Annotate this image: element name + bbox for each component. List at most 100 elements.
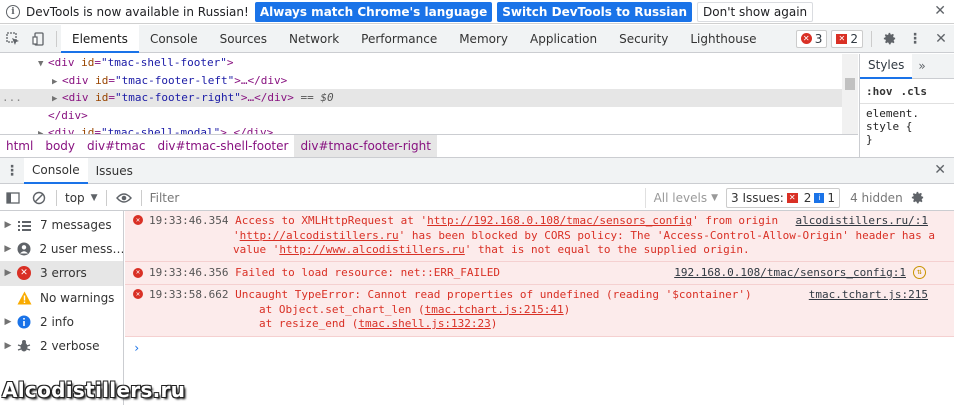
message-link[interactable]: http://www.alcodistillers.ru [279,243,464,256]
tab-security[interactable]: Security [608,25,679,53]
chevron-down-icon: ▼ [711,192,718,203]
more-options-icon[interactable]: ⋮ [902,26,928,52]
close-icon[interactable]: ✕ [934,3,946,19]
chevron-down-icon: ▼ [90,192,98,203]
always-match-language-button[interactable]: Always match Chrome's language [254,1,493,22]
styles-pane: Styles » :hov .cls element. style { } [859,53,954,157]
stack-frame-link[interactable]: tmac.shell.js:132:23 [358,317,490,330]
expand-triangle-icon[interactable]: ▶ [0,317,16,327]
console-filter-input[interactable]: Filter [146,187,646,208]
drawer-tab-issues[interactable]: Issues [88,158,141,184]
tab-sources[interactable]: Sources [209,25,278,53]
console-prompt[interactable]: › [125,337,954,359]
sidebar-toggle-icon[interactable] [0,185,26,211]
element-style-rule[interactable]: element. style { } [860,104,954,149]
dom-node[interactable]: ▶ <div id="tmac-shell-modal">…</div> [0,124,858,134]
node-actions-icon[interactable]: ... [2,89,22,107]
drawer-tab-console[interactable]: Console [24,157,88,184]
message-source-link[interactable]: 192.168.0.108/tmac/sensors_config:1 [674,266,906,281]
info-issue-icon: i [814,192,825,203]
tab-styles[interactable]: Styles [860,53,913,79]
toolbar-divider [871,30,872,47]
expand-triangle-icon[interactable]: ▶ [0,220,16,230]
sidebar-item-info[interactable]: ▶ 2 info [0,310,123,334]
tab-performance[interactable]: Performance [350,25,448,53]
live-expression-eye-icon[interactable] [111,185,137,211]
settings-gear-icon[interactable] [876,26,902,52]
tab-elements[interactable]: Elements [61,24,139,53]
elements-scrollbar[interactable] [842,54,858,134]
network-request-icon[interactable]: ⇅ [913,265,926,279]
console-error-message[interactable]: ✕ 19:33:58.662 Uncaught TypeError: Canno… [125,285,954,337]
error-icon: ✕ [133,267,143,278]
console-messages: ✕ 19:33:46.354 Access to XMLHttpRequest … [125,211,954,405]
breadcrumb-body[interactable]: body [39,135,81,157]
close-devtools-icon[interactable]: ✕ [928,26,954,52]
hover-state-toggle[interactable]: :hov [866,85,893,98]
info-icon: i [6,4,20,19]
clear-console-icon[interactable] [26,185,52,211]
device-toolbar-icon[interactable] [26,26,52,52]
drawer-menu-icon[interactable]: ⋮ [0,158,24,184]
list-icon [16,217,32,233]
issues-count-badge[interactable]: ✕ 2 [831,29,863,48]
dom-node[interactable]: </div> [0,107,858,125]
breadcrumb-div-footer-right[interactable]: div#tmac-footer-right [294,134,437,157]
error-icon: ✕ [133,215,143,225]
expand-triangle-icon[interactable]: ▶ [38,126,48,134]
tab-memory[interactable]: Memory [448,25,519,53]
inspect-element-icon[interactable] [0,26,26,52]
close-drawer-icon[interactable]: ✕ [934,162,946,178]
toolbar-divider [56,30,57,47]
console-toolbar: top ▼ Filter All levels ▼ 3 Issues: ✕ 2 … [0,185,954,211]
message-source-link[interactable]: tmac.tchart.js:215 [809,288,928,303]
more-tabs-icon[interactable]: » [918,59,925,73]
error-icon: ✕ [16,265,32,281]
toolbar-divider [140,189,142,206]
dom-node[interactable]: ▶ <div id="tmac-footer-left">…</div> [0,72,858,90]
issue-flag-icon: ✕ [836,33,848,44]
toolbar-divider [56,189,57,206]
expand-triangle-icon[interactable]: ▶ [0,268,16,278]
dom-node-selected[interactable]: ... ▶ <div id="tmac-footer-right">…</div>… [0,89,858,107]
elements-scrollbar-thumb[interactable] [845,78,855,90]
message-source-link[interactable]: alcodistillers.ru/:1 [796,214,928,229]
context-selector[interactable]: top ▼ [61,191,102,205]
log-levels-dropdown[interactable]: All levels ▼ [654,191,718,205]
watermark-logo: Alcodistillers.ru [2,378,186,402]
sidebar-item-user-messages[interactable]: ▶ 2 user mess… [0,237,123,261]
switch-devtools-language-button[interactable]: Switch DevTools to Russian [497,1,693,22]
drawer-tabbar: ⋮ Console Issues ✕ [0,157,954,184]
message-link[interactable]: http://alcodistillers.ru [240,229,399,242]
error-icon: ✕ [800,33,812,44]
error-count-badge[interactable]: ✕ 3 [795,29,828,48]
console-error-message[interactable]: ✕ 19:33:46.356 Failed to load resource: … [125,261,954,285]
class-toggle[interactable]: .cls [901,85,928,98]
breadcrumb-div-tmac[interactable]: div#tmac [81,135,151,157]
sidebar-item-errors[interactable]: ▶ ✕ 3 errors [0,261,123,286]
tab-console[interactable]: Console [139,25,209,53]
styles-toolbar: :hov .cls [860,79,954,104]
expand-triangle-icon[interactable]: ▶ [0,341,16,351]
console-settings-gear-icon[interactable] [905,185,931,211]
issues-counter-button[interactable]: 3 Issues: ✕ 2 i 1 [726,187,841,208]
sidebar-item-verbose[interactable]: ▶ 2 verbose [0,334,123,358]
breadcrumb-div-shell-footer[interactable]: div#tmac-shell-footer [151,135,294,157]
tab-network[interactable]: Network [278,25,350,53]
infobar-message: DevTools is now available in Russian! [26,4,249,19]
stack-frame-link[interactable]: tmac.tchart.js:215:41 [425,303,564,316]
message-link[interactable]: http://192.168.0.108/tmac/sensors_config [427,214,692,227]
issues-count: 2 [850,31,858,46]
console-error-message[interactable]: ✕ 19:33:46.354 Access to XMLHttpRequest … [125,211,954,262]
tab-application[interactable]: Application [519,25,608,53]
expand-triangle-icon[interactable]: ▶ [0,244,16,254]
prompt-chevron-icon: › [133,340,141,355]
dont-show-again-button[interactable]: Don't show again [697,1,814,22]
sidebar-item-messages[interactable]: ▶ 7 messages [0,213,123,237]
dom-node[interactable]: ▼ <div id="tmac-shell-footer"> [0,54,858,72]
breadcrumb-html[interactable]: html [0,135,39,157]
tab-lighthouse[interactable]: Lighthouse [679,25,767,53]
warning-icon [16,290,32,306]
issue-flag-icon: ✕ [786,192,798,203]
sidebar-item-warnings[interactable]: No warnings [0,286,123,310]
